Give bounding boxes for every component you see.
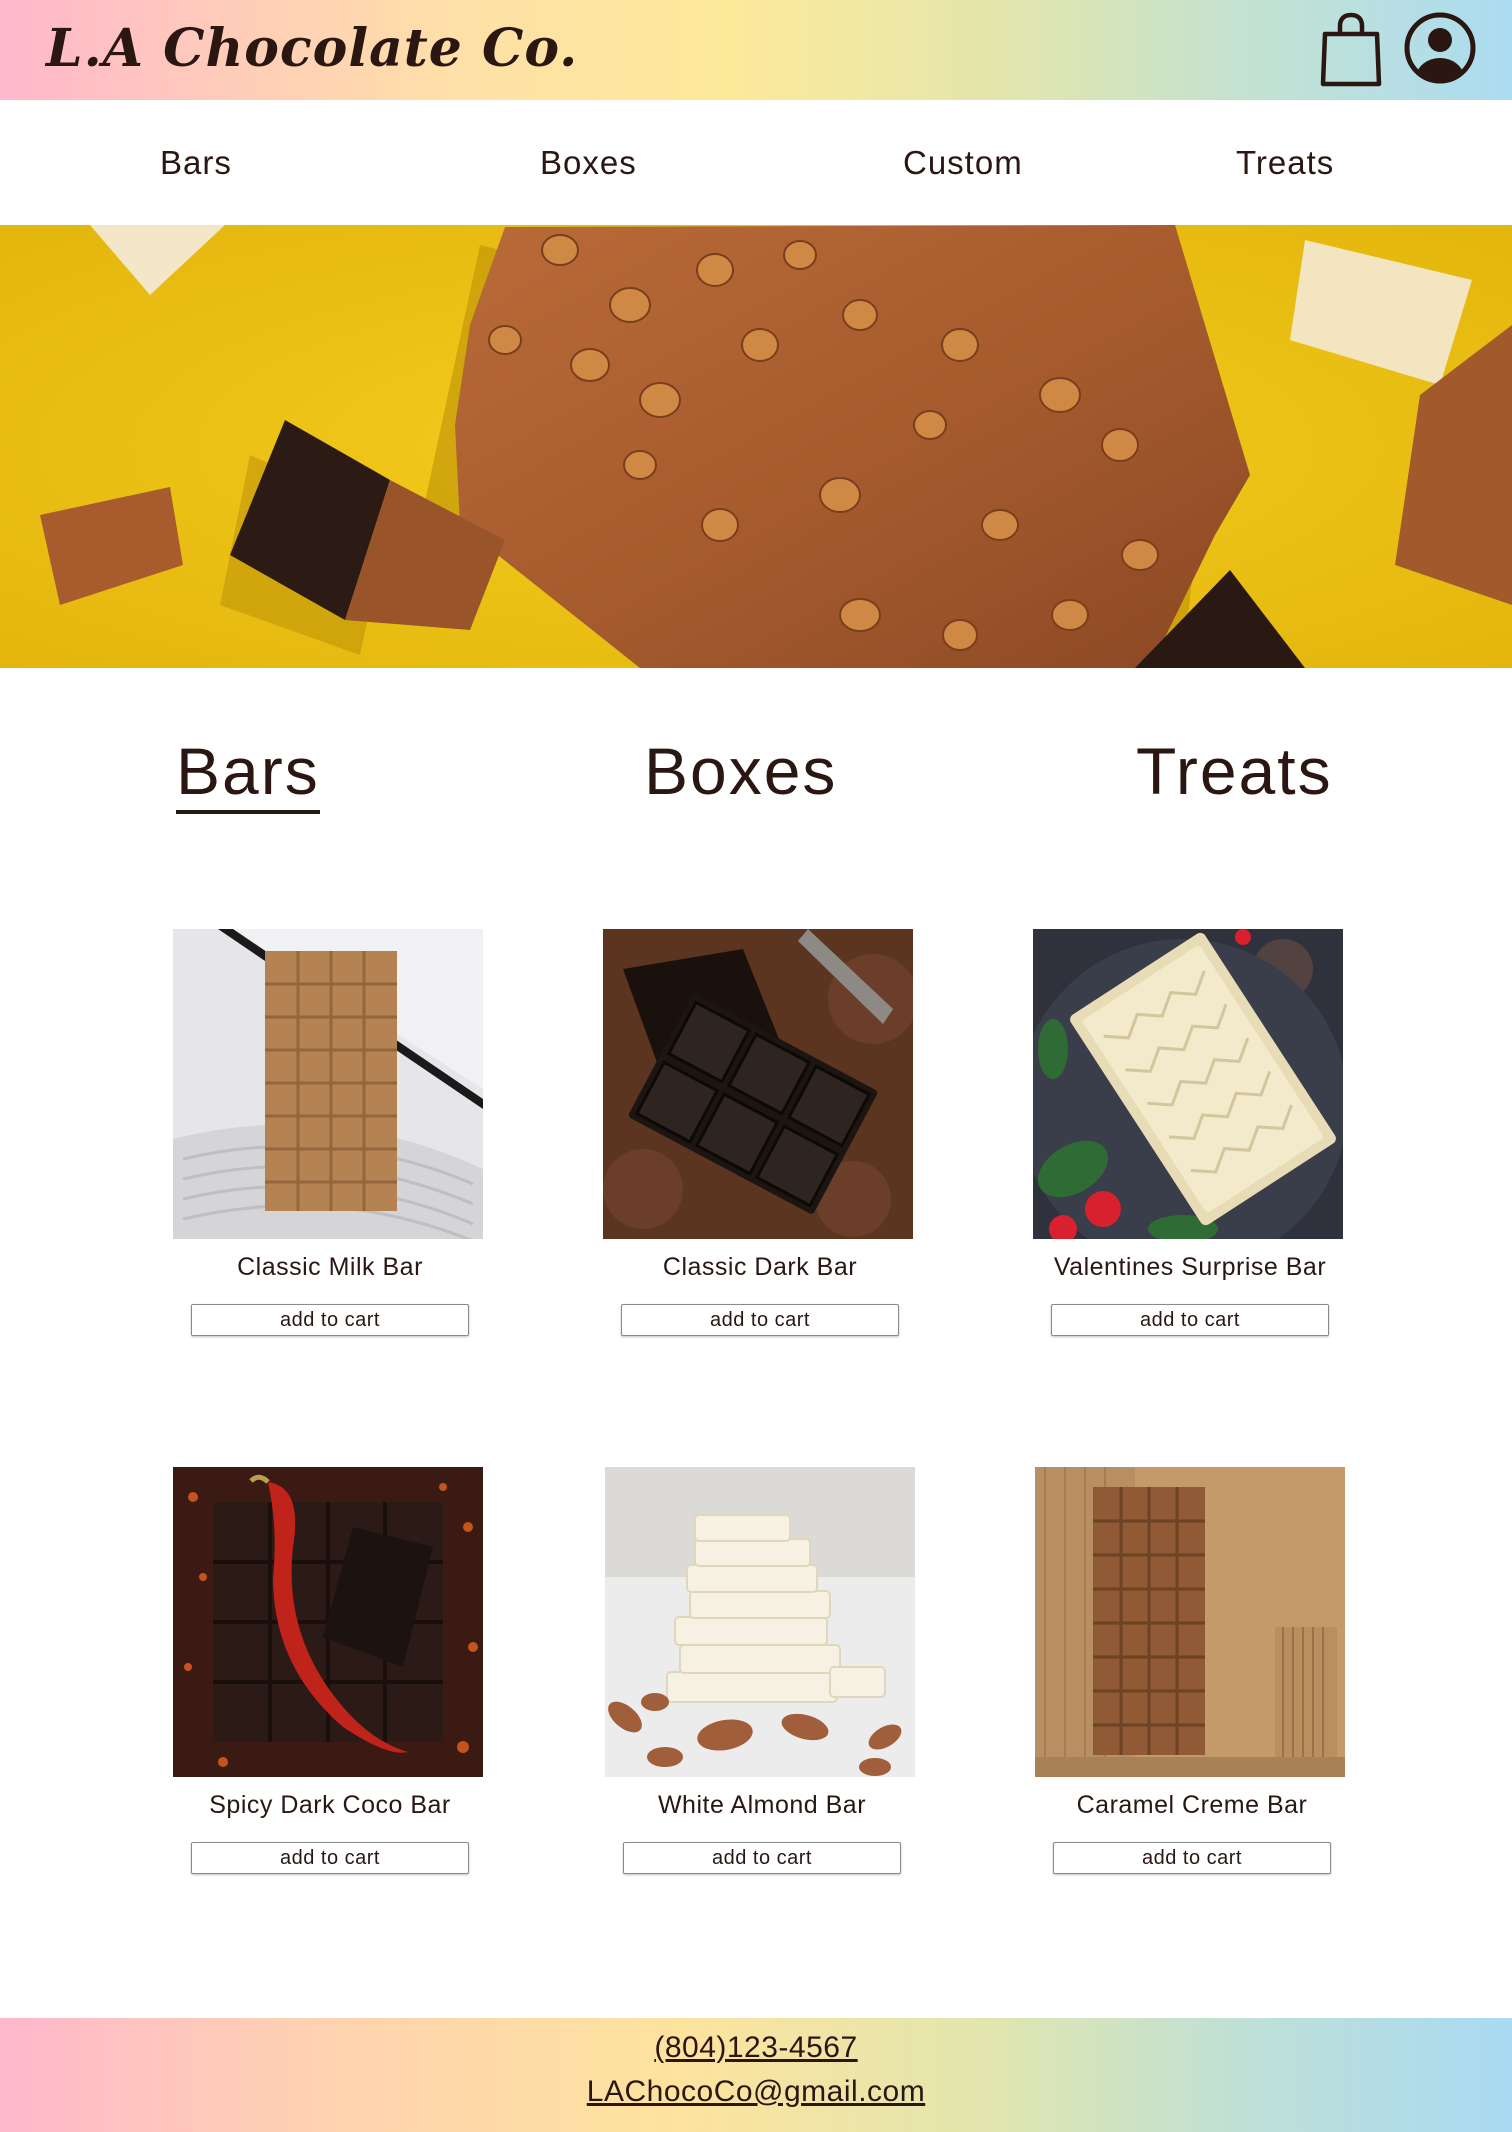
category-tab-boxes[interactable]: Boxes: [644, 738, 837, 804]
product-card: Classic Dark Bar add to cart: [590, 929, 930, 1336]
product-name: White Almond Bar: [657, 1791, 867, 1819]
product-name: Valentines Surprise Bar: [1053, 1253, 1327, 1281]
category-tab-bars[interactable]: Bars: [176, 738, 320, 814]
add-to-cart-button[interactable]: add to cart: [191, 1842, 469, 1874]
product-name: Caramel Creme Bar: [1076, 1791, 1308, 1819]
product-name: Classic Milk Bar: [237, 1253, 423, 1281]
nav-item-treats[interactable]: Treats: [1236, 144, 1334, 182]
product-name: Spicy Dark Coco Bar: [209, 1791, 451, 1819]
add-to-cart-button[interactable]: add to cart: [191, 1304, 469, 1336]
nav-item-custom[interactable]: Custom: [903, 144, 1023, 182]
nav-item-bars[interactable]: Bars: [160, 144, 232, 182]
main-nav: Bars Boxes Custom Treats: [0, 100, 1512, 225]
product-name: Classic Dark Bar: [662, 1253, 858, 1281]
footer-phone-link[interactable]: (804)123-4567: [0, 2031, 1512, 2065]
product-card: Spicy Dark Coco Bar add to cart: [160, 1467, 500, 1874]
category-tab-treats[interactable]: Treats: [1136, 738, 1333, 804]
shopping-bag-icon[interactable]: [1318, 12, 1384, 88]
add-to-cart-button[interactable]: add to cart: [623, 1842, 901, 1874]
product-image-spicy-bar[interactable]: [173, 1467, 483, 1777]
product-image-caramel-bar[interactable]: [1035, 1467, 1345, 1777]
site-footer: (804)123-4567 LAChocoCo@gmail.com: [0, 2018, 1512, 2132]
product-image-dark-bar[interactable]: [603, 929, 913, 1239]
product-card: Valentines Surprise Bar add to cart: [1020, 929, 1360, 1336]
site-header: L.A Chocolate Co.: [0, 0, 1512, 100]
hero-banner-image: [0, 225, 1512, 668]
nav-item-boxes[interactable]: Boxes: [540, 144, 637, 182]
product-card: White Almond Bar add to cart: [592, 1467, 932, 1874]
user-account-icon[interactable]: [1404, 12, 1476, 84]
product-image-valentines-bar[interactable]: [1033, 929, 1343, 1239]
product-card: Caramel Creme Bar add to cart: [1022, 1467, 1362, 1874]
add-to-cart-button[interactable]: add to cart: [1053, 1842, 1331, 1874]
product-image-white-almond-bar[interactable]: [605, 1467, 915, 1777]
product-image-milk-bar[interactable]: [173, 929, 483, 1239]
site-logo[interactable]: L.A Chocolate Co.: [46, 18, 578, 79]
product-card: Classic Milk Bar add to cart: [160, 929, 500, 1336]
add-to-cart-button[interactable]: add to cart: [621, 1304, 899, 1336]
add-to-cart-button[interactable]: add to cart: [1051, 1304, 1329, 1336]
footer-email-link[interactable]: LAChocoCo@gmail.com: [0, 2075, 1512, 2109]
